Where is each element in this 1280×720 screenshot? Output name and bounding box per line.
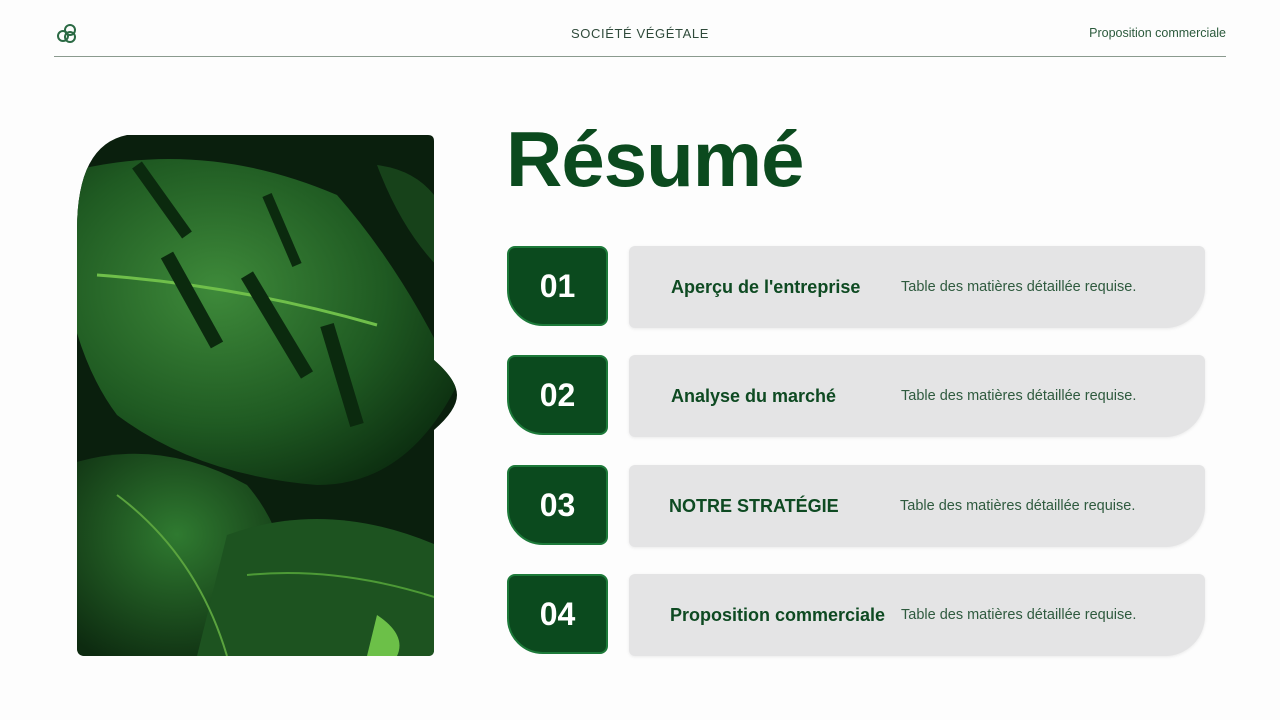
item-title: NOTRE STRATÉGIE xyxy=(669,495,839,516)
page-title: Résumé xyxy=(506,115,804,203)
agenda-item: 01 Aperçu de l'entreprise Table des mati… xyxy=(507,246,1205,330)
item-number: 04 xyxy=(507,574,608,654)
item-number: 03 xyxy=(507,465,608,545)
item-number: 02 xyxy=(507,355,608,435)
item-title: Analyse du marché xyxy=(671,385,837,406)
agenda-item: 02 Analyse du marché Table des matières … xyxy=(507,355,1205,439)
header-right-label: Proposition commerciale xyxy=(1089,26,1226,40)
item-card: Analyse du marché Table des matières dét… xyxy=(629,355,1205,437)
item-number: 01 xyxy=(507,246,608,326)
monstera-leaves-photo xyxy=(77,135,457,656)
brand-name: SOCIÉTÉ VÉGÉTALE xyxy=(571,26,709,41)
item-card: Aperçu de l'entreprise Table des matière… xyxy=(629,246,1205,328)
agenda-item: 04 Proposition commerciale Table des mat… xyxy=(507,574,1205,658)
item-description: Table des matières détaillée requise. xyxy=(901,607,1137,623)
item-title: Aperçu de l'entreprise xyxy=(671,276,861,297)
item-description: Table des matières détaillée requise. xyxy=(901,388,1137,404)
agenda-item: 03 NOTRE STRATÉGIE Table des matières dé… xyxy=(507,465,1205,549)
item-card: Proposition commerciale Table des matièr… xyxy=(629,574,1205,656)
item-description: Table des matières détaillée requise. xyxy=(901,279,1137,295)
item-description: Table des matières détaillée requise. xyxy=(900,498,1136,514)
slide-header: SOCIÉTÉ VÉGÉTALE Proposition commerciale xyxy=(54,0,1226,57)
item-title: Proposition commerciale xyxy=(670,604,886,625)
item-card: NOTRE STRATÉGIE Table des matières détai… xyxy=(629,465,1205,547)
